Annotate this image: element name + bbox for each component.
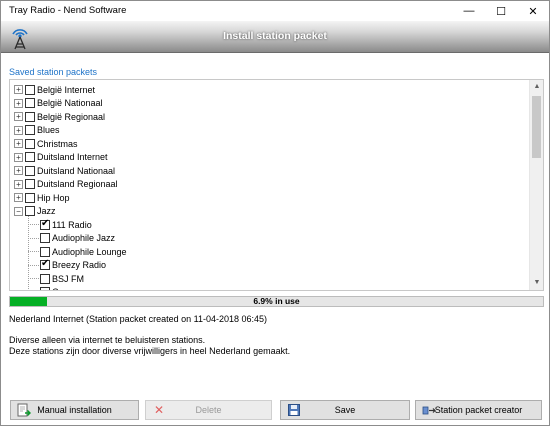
minimize-button[interactable]: — bbox=[453, 1, 485, 21]
expand-icon[interactable]: + bbox=[14, 125, 23, 135]
tree-item-label: Jazz bbox=[37, 206, 56, 217]
expand-icon[interactable]: + bbox=[14, 193, 23, 203]
station-checkbox[interactable] bbox=[25, 179, 35, 190]
tree-station[interactable]: Audiophile Lounge bbox=[28, 245, 127, 259]
section-label: Saved station packets bbox=[9, 67, 98, 77]
station-checkbox[interactable] bbox=[25, 125, 35, 136]
page-title: Install station packet bbox=[223, 30, 327, 42]
delete-label: Delete bbox=[195, 405, 222, 415]
station-checkbox[interactable] bbox=[40, 246, 50, 257]
tree-connector bbox=[28, 251, 39, 252]
packet-description-line2: Deze stations zijn door diverse vrijwill… bbox=[9, 346, 291, 356]
save-button[interactable]: Save bbox=[280, 400, 410, 420]
station-checkbox[interactable] bbox=[25, 138, 35, 149]
station-checkbox[interactable] bbox=[25, 206, 35, 217]
expand-icon[interactable]: + bbox=[14, 85, 23, 95]
station-packet-creator-button[interactable]: Station packet creator bbox=[415, 400, 542, 420]
expand-icon[interactable]: + bbox=[14, 139, 23, 149]
usage-progress-bar: 6.9% in use bbox=[9, 296, 544, 307]
tree-item-label: Duitsland Nationaal bbox=[37, 165, 116, 176]
station-checkbox[interactable] bbox=[25, 165, 35, 176]
station-checkbox[interactable] bbox=[40, 287, 50, 290]
tree-connector bbox=[28, 237, 39, 239]
manual-installation-label: Manual installation bbox=[37, 405, 112, 415]
close-button[interactable]: ✕ bbox=[517, 1, 549, 21]
tree-item-label: België Regionaal bbox=[37, 111, 106, 122]
station-checkbox[interactable] bbox=[25, 84, 35, 95]
packet-creator-icon bbox=[422, 406, 436, 415]
tree-item-label: Crooze bbox=[52, 287, 81, 290]
tree-station[interactable]: Breezy Radio bbox=[28, 258, 107, 273]
tree-connector bbox=[28, 264, 39, 266]
tree-station[interactable]: Crooze bbox=[40, 286, 81, 290]
station-checkbox[interactable] bbox=[25, 98, 35, 109]
tree-item-label: 111 Radio bbox=[52, 219, 92, 230]
tree-item-label: Christmas bbox=[37, 138, 78, 149]
tree-scrollbar[interactable]: ▲ ▼ bbox=[529, 80, 543, 290]
header-banner: Install station packet bbox=[1, 21, 549, 53]
tree-item-label: Duitsland Regionaal bbox=[37, 179, 118, 190]
tree-category[interactable]: + Duitsland Internet bbox=[14, 151, 108, 165]
tree-category[interactable]: − Jazz bbox=[14, 205, 56, 219]
title-bar[interactable]: Tray Radio - Nend Software — ☐ ✕ bbox=[1, 1, 549, 21]
expand-icon[interactable]: + bbox=[14, 152, 23, 162]
tree-category[interactable]: + Duitsland Regionaal bbox=[14, 178, 118, 192]
tree-category[interactable]: + België Internet bbox=[14, 83, 95, 97]
station-checkbox[interactable] bbox=[25, 111, 35, 122]
expand-icon[interactable]: + bbox=[14, 166, 23, 176]
tree-item-label: Breezy Radio bbox=[52, 260, 107, 271]
tree-category[interactable]: + Blues bbox=[14, 124, 60, 138]
manual-installation-button[interactable]: Manual installation bbox=[10, 400, 139, 420]
station-checkbox[interactable] bbox=[40, 273, 50, 284]
tree-station[interactable]: 111 Radio bbox=[28, 218, 92, 232]
delete-x-icon: ✕ bbox=[153, 403, 165, 417]
save-label: Save bbox=[334, 405, 356, 415]
delete-button[interactable]: ✕ Delete bbox=[145, 400, 272, 420]
expand-icon[interactable]: + bbox=[14, 179, 23, 189]
tree-connector bbox=[28, 224, 39, 225]
tree-category[interactable]: + België Nationaal bbox=[14, 97, 103, 111]
tree-item-label: België Nationaal bbox=[37, 98, 103, 109]
packet-info: Nederland Internet (Station packet creat… bbox=[9, 314, 268, 324]
scroll-thumb[interactable] bbox=[532, 96, 541, 158]
station-checkbox[interactable] bbox=[40, 233, 50, 244]
usage-label: 6.9% in use bbox=[253, 296, 300, 306]
station-checkbox[interactable] bbox=[40, 258, 50, 271]
expand-icon[interactable]: + bbox=[14, 98, 23, 108]
station-checkbox[interactable] bbox=[25, 152, 35, 163]
tree-category[interactable]: + Christmas bbox=[14, 137, 78, 151]
tree-connector-vertical bbox=[28, 215, 29, 290]
station-packet-creator-label: Station packet creator bbox=[434, 405, 523, 415]
tree-item-label: Audiophile Jazz bbox=[52, 233, 116, 244]
packet-description-line1: Diverse alleen via internet te beluister… bbox=[9, 335, 206, 345]
save-disk-icon bbox=[288, 404, 300, 416]
collapse-icon[interactable]: − bbox=[14, 206, 23, 216]
station-packet-tree[interactable]: + België Internet + België Nationaal + België… bbox=[9, 79, 544, 291]
tree-item-label: België Internet bbox=[37, 84, 96, 95]
tree-station[interactable]: Audiophile Jazz bbox=[28, 232, 116, 246]
tree-item-label: Blues bbox=[37, 125, 60, 136]
window-title: Tray Radio - Nend Software bbox=[9, 5, 127, 16]
tree-item-label: Audiophile Lounge bbox=[52, 246, 127, 257]
tree-item-label: Duitsland Internet bbox=[37, 152, 108, 163]
maximize-button[interactable]: ☐ bbox=[485, 1, 517, 21]
tree-item-label: BSJ FM bbox=[52, 273, 85, 284]
install-document-icon bbox=[17, 403, 31, 417]
scroll-up-icon[interactable]: ▲ bbox=[530, 80, 543, 94]
tree-category[interactable]: + België Regionaal bbox=[14, 110, 105, 124]
tree-connector bbox=[28, 278, 39, 279]
app-window: Tray Radio - Nend Software — ☐ ✕ Install… bbox=[0, 0, 550, 426]
station-checkbox[interactable] bbox=[25, 192, 35, 203]
expand-icon[interactable]: + bbox=[14, 112, 23, 122]
station-checkbox[interactable] bbox=[40, 218, 50, 230]
tree-category[interactable]: + Hip Hop bbox=[14, 191, 70, 205]
tree-item-label: Hip Hop bbox=[37, 192, 70, 203]
tree-category[interactable]: + Duitsland Nationaal bbox=[14, 164, 115, 178]
scroll-down-icon[interactable]: ▼ bbox=[530, 276, 543, 290]
tree-station[interactable]: BSJ FM bbox=[28, 272, 85, 286]
